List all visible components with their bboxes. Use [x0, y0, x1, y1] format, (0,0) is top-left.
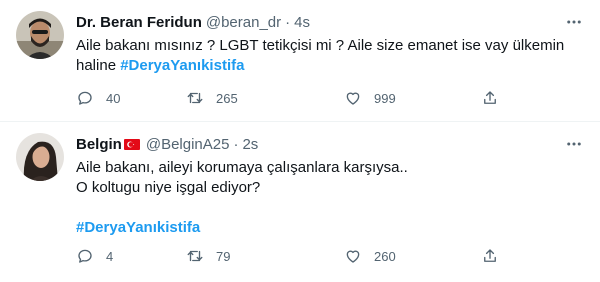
share-button[interactable] [481, 88, 499, 108]
separator-dot: · [233, 135, 239, 153]
retweet-icon [187, 92, 203, 104]
tweet-text-line: O koltugu niye işgal ediyor? [76, 179, 261, 196]
like-button[interactable]: 260 [344, 246, 396, 266]
tweet-header: Dr. Beran Feridun @beran_dr · 4s [76, 12, 310, 32]
tweet-text-fragment: haline [76, 57, 121, 74]
reply-icon [78, 249, 92, 263]
avatar-image [16, 11, 64, 59]
separator-dot: · [285, 13, 291, 31]
retweet-icon [187, 250, 203, 262]
turkey-flag-icon [123, 138, 140, 150]
share-button[interactable] [481, 246, 499, 266]
author-name[interactable]: Dr. Beran Feridun [76, 14, 202, 31]
share-icon [484, 91, 496, 104]
tweet[interactable]: Dr. Beran Feridun @beran_dr · 4s Aile ba… [0, 0, 600, 122]
avatar[interactable] [16, 11, 64, 59]
tweet-text-line: Aile bakanı, aileyi korumaya çalışanlara… [76, 159, 408, 176]
more-icon[interactable] [564, 12, 584, 32]
tweet-text: Aile bakanı mısınız ? LGBT tetikçisi mi … [76, 36, 584, 76]
author-handle[interactable]: @BelginA25 [146, 136, 230, 153]
like-button[interactable]: 999 [344, 88, 396, 108]
tweet-actions: 40 265 999 [76, 88, 516, 108]
like-icon [346, 92, 360, 105]
reply-button[interactable]: 4 [76, 246, 113, 266]
tweet-text: Aile bakanı, aileyi korumaya çalışanlara… [76, 158, 584, 238]
reply-count: 40 [106, 90, 121, 106]
tweet-text-line: haline #DeryaYanıkistifa [76, 56, 584, 76]
avatar[interactable] [16, 133, 64, 181]
tweet-time[interactable]: 4s [294, 14, 310, 31]
retweet-count: 79 [216, 248, 231, 264]
reply-icon [78, 91, 92, 105]
tweet[interactable]: Belgin @BelginA25 · 2s Aile bakanı, aile… [0, 122, 600, 282]
author-handle[interactable]: @beran_dr [206, 14, 281, 31]
hashtag-link[interactable]: #DeryaYanıkistifa [76, 218, 584, 238]
like-count: 260 [374, 248, 396, 264]
tweet-time[interactable]: 2s [242, 136, 258, 153]
reply-count: 4 [106, 248, 114, 264]
hashtag-link[interactable]: #DeryaYanıkistifa [120, 57, 244, 74]
share-icon [484, 249, 496, 262]
retweet-button[interactable]: 79 [186, 246, 230, 266]
tweet-feed: Dr. Beran Feridun @beran_dr · 4s Aile ba… [0, 0, 600, 282]
more-icon[interactable] [564, 134, 584, 154]
like-count: 999 [374, 90, 396, 106]
tweet-text-line: Aile bakanı mısınız ? LGBT tetikçisi mi … [76, 37, 565, 54]
avatar-image [16, 133, 64, 181]
retweet-button[interactable]: 265 [186, 88, 238, 108]
retweet-count: 265 [216, 90, 238, 106]
reply-button[interactable]: 40 [76, 88, 120, 108]
tweet-actions: 4 79 260 [76, 246, 516, 266]
author-name[interactable]: Belgin [76, 136, 122, 153]
like-icon [346, 250, 360, 263]
tweet-header: Belgin @BelginA25 · 2s [76, 134, 258, 154]
